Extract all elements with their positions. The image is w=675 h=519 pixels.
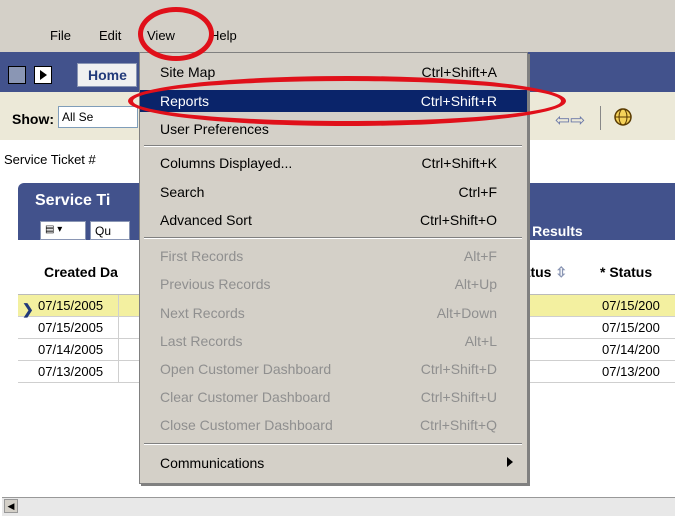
arrows-icon[interactable]: ⇦⇨ xyxy=(555,110,585,131)
menu-item-columns-displayed[interactable]: Columns Displayed... Ctrl+Shift+K xyxy=(140,152,527,174)
menu-item-label: Clear Customer Dashboard xyxy=(160,389,331,405)
menu-item-last-records: Last Records Alt+L xyxy=(140,330,527,352)
sort-icon[interactable]: ⇳ xyxy=(555,264,567,280)
annotation-circle-view xyxy=(138,7,214,61)
menu-item-advanced-sort[interactable]: Advanced Sort Ctrl+Shift+O xyxy=(140,209,527,231)
menu-item-label: Open Customer Dashboard xyxy=(160,361,332,377)
menu-item-shortcut: Ctrl+Shift+D xyxy=(420,361,497,377)
menu-file[interactable]: File xyxy=(50,28,71,43)
annotation-circle-reports xyxy=(128,76,566,126)
cell-created: 07/15/2005 xyxy=(38,320,104,335)
menu-item-shortcut: Alt+F xyxy=(463,248,497,264)
cell-status-date: 07/14/200 xyxy=(602,342,660,357)
menu-separator xyxy=(144,443,522,445)
cell-divider xyxy=(118,339,119,361)
menu-item-shortcut: Ctrl+Shift+K xyxy=(421,155,497,171)
horizontal-scrollbar[interactable] xyxy=(2,497,675,516)
cell-status-date: 07/15/200 xyxy=(602,298,660,313)
panel-title: Service Ti xyxy=(35,192,111,209)
play-icon[interactable] xyxy=(34,66,52,84)
menu-item-label: Previous Records xyxy=(160,276,271,292)
cell-divider xyxy=(118,317,119,339)
grid-icon[interactable] xyxy=(8,66,26,84)
menu-item-label: Advanced Sort xyxy=(160,212,252,228)
globe-icon[interactable] xyxy=(612,106,634,128)
menu-edit[interactable]: Edit xyxy=(99,28,121,43)
cell-divider xyxy=(118,361,119,383)
menu-item-label: First Records xyxy=(160,248,244,264)
menu-item-first-records: First Records Alt+F xyxy=(140,245,527,267)
list-menu-button[interactable]: ▤ ▾ xyxy=(40,221,86,240)
column-created-date[interactable]: Created Da xyxy=(44,264,118,280)
menu-item-shortcut: Alt+L xyxy=(464,333,497,349)
cell-created: 07/15/2005 xyxy=(38,298,104,313)
menu-item-search[interactable]: Search Ctrl+F xyxy=(140,181,527,203)
menu-item-label: Close Customer Dashboard xyxy=(160,417,333,433)
menu-item-label: Last Records xyxy=(160,333,243,349)
query-button[interactable]: Qu xyxy=(90,221,130,240)
menu-item-next-records: Next Records Alt+Down xyxy=(140,302,527,324)
menu-item-shortcut: Ctrl+F xyxy=(458,184,498,200)
menu-separator xyxy=(144,145,522,147)
menu-item-shortcut: Alt+Down xyxy=(436,305,497,321)
menu-item-shortcut: Alt+Up xyxy=(454,276,497,292)
show-select[interactable]: All Se xyxy=(58,106,138,128)
menu-item-label: Search xyxy=(160,184,205,200)
tab-home[interactable]: Home xyxy=(77,63,137,87)
menu-item-communications[interactable]: Communications xyxy=(140,452,527,474)
ticket-filter-label: Service Ticket # xyxy=(4,152,96,167)
menu-item-previous-records: Previous Records Alt+Up xyxy=(140,273,527,295)
menu-item-label: Next Records xyxy=(160,305,245,321)
menu-item-label: Communications xyxy=(160,455,265,471)
menu-item-close-customer-dashboard: Close Customer Dashboard Ctrl+Shift+Q xyxy=(140,414,527,436)
menu-item-shortcut: Ctrl+Shift+Q xyxy=(419,417,497,433)
menu-separator xyxy=(144,237,522,239)
cell-status-date: 07/15/200 xyxy=(602,320,660,335)
menu-item-label: Columns Displayed... xyxy=(160,155,293,171)
menu-help[interactable]: Help xyxy=(210,28,237,43)
cell-status-date: 07/13/200 xyxy=(602,364,660,379)
menu-bar: File Edit View Help xyxy=(0,0,675,52)
submenu-arrow-icon xyxy=(507,457,513,467)
menu-item-clear-customer-dashboard: Clear Customer Dashboard Ctrl+Shift+U xyxy=(140,386,527,408)
scroll-left-icon[interactable]: ◀ xyxy=(4,499,18,513)
cell-created: 07/14/2005 xyxy=(38,342,104,357)
show-label: Show: xyxy=(12,111,54,127)
cell-divider xyxy=(118,295,119,317)
toolbar-divider xyxy=(600,106,601,130)
menu-item-shortcut: Ctrl+Shift+U xyxy=(420,389,497,405)
menu-item-open-customer-dashboard: Open Customer Dashboard Ctrl+Shift+D xyxy=(140,358,527,380)
menu-item-label: Site Map xyxy=(160,64,216,80)
cell-created: 07/13/2005 xyxy=(38,364,104,379)
current-row-icon: ❯ xyxy=(22,301,34,317)
menu-item-shortcut: Ctrl+Shift+O xyxy=(419,212,497,228)
column-status[interactable]: * Status xyxy=(600,264,652,280)
